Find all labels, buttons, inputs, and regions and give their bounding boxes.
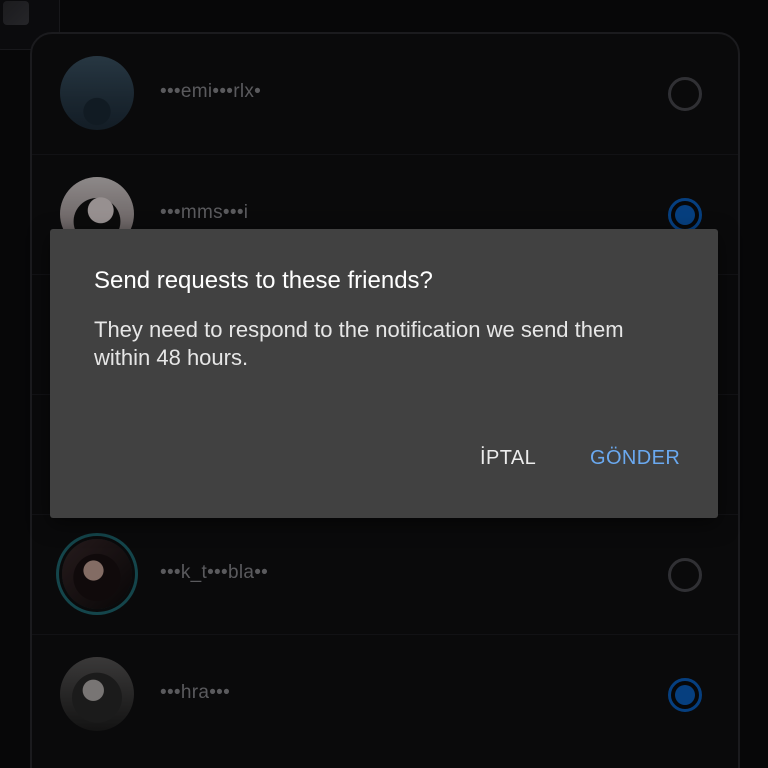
cancel-button[interactable]: İPTAL	[480, 447, 536, 470]
dialog-message: They need to respond to the notification…	[94, 317, 624, 370]
dialog-title: Send requests to these friends?	[94, 267, 433, 294]
confirm-dialog: Send requests to these friends? They nee…	[50, 229, 718, 518]
send-button[interactable]: GÖNDER	[590, 447, 680, 470]
app-screen: •••emi•••rlx• •••mms•••i •••k_t•••bla•• …	[0, 0, 768, 768]
